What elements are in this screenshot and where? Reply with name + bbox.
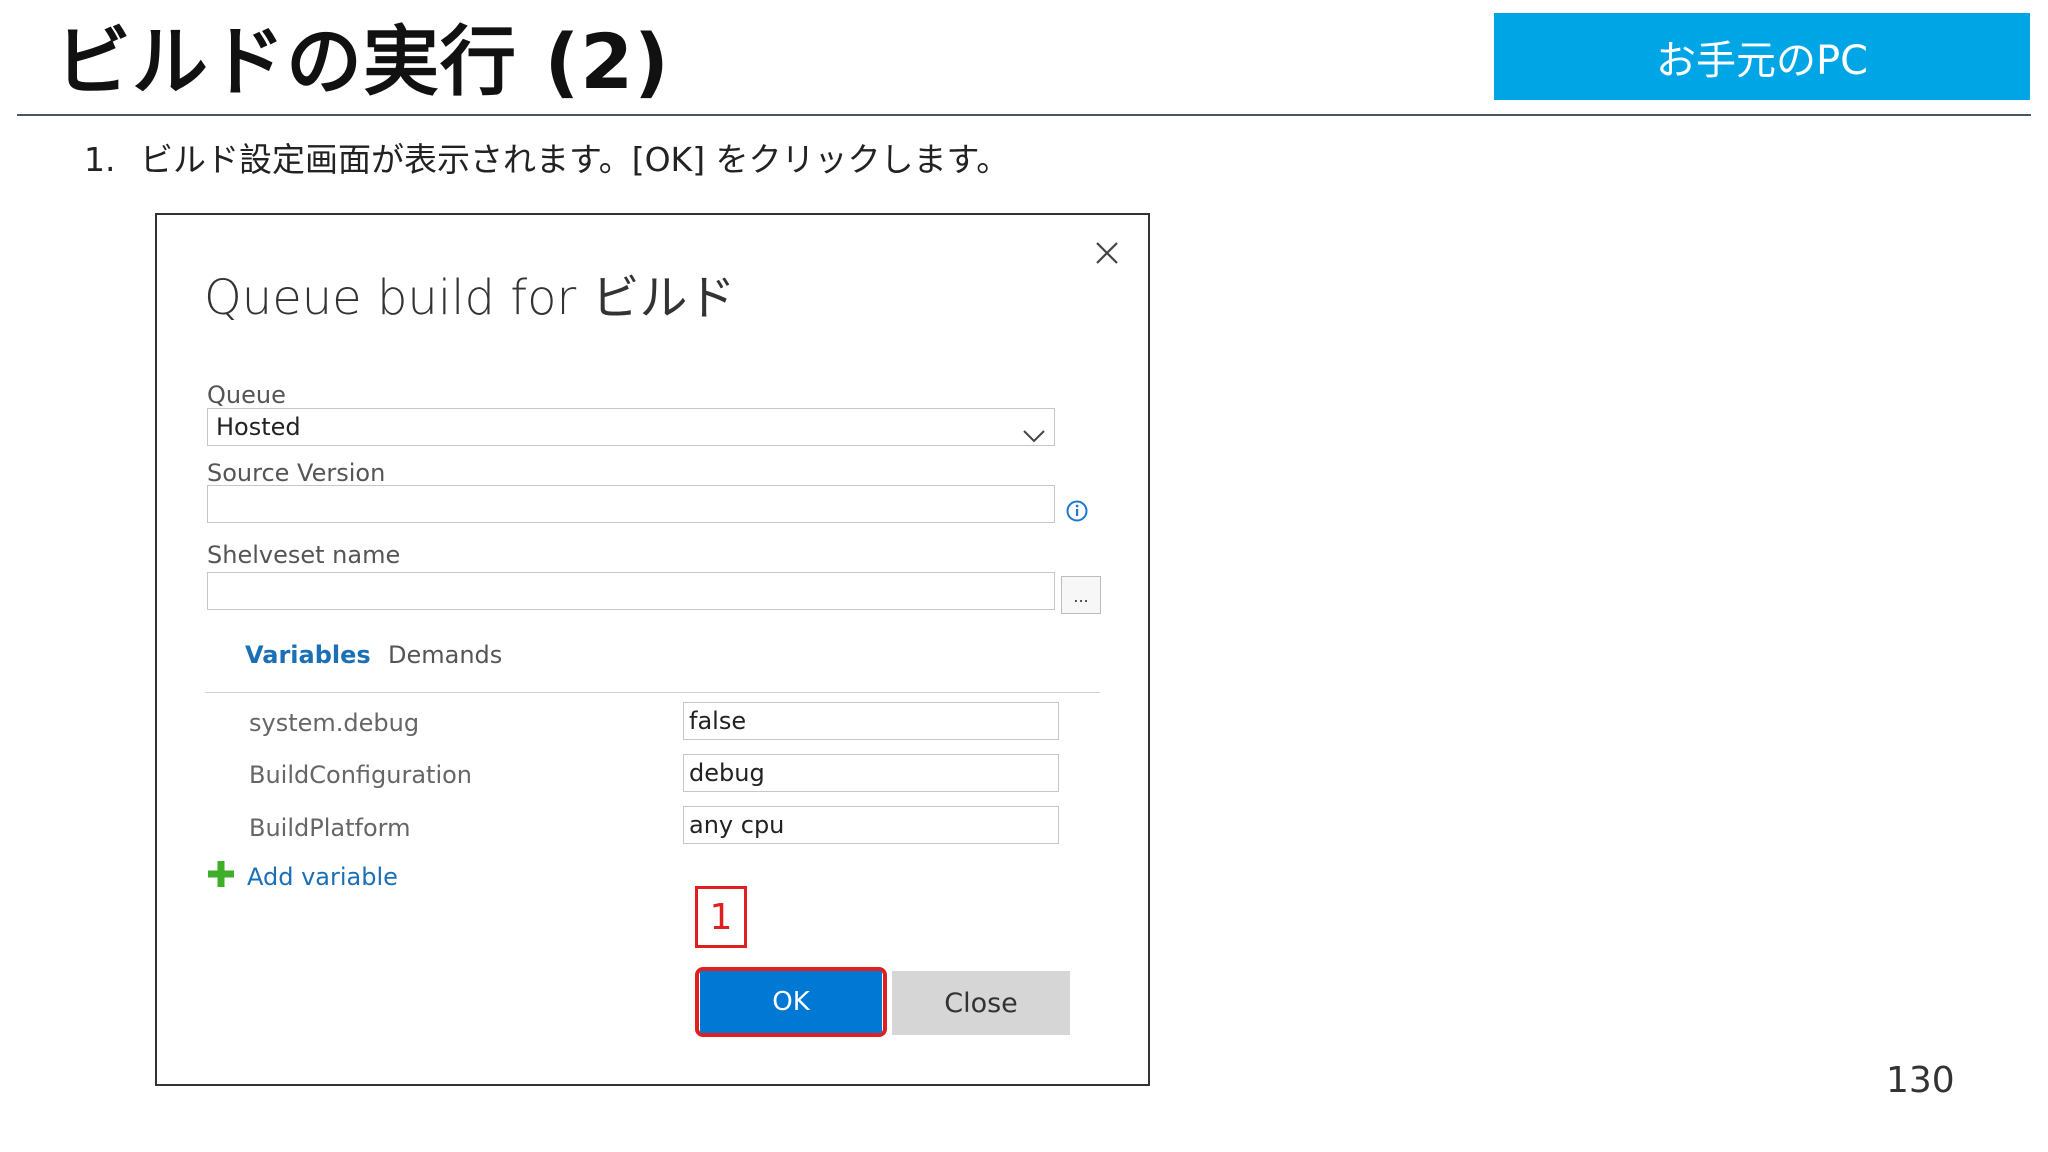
close-icon[interactable] — [1089, 235, 1125, 271]
variable-value-input[interactable] — [683, 702, 1059, 740]
variable-value-input[interactable] — [683, 754, 1059, 792]
source-version-input[interactable] — [207, 485, 1055, 523]
page-number: 130 — [1886, 1060, 1955, 1101]
queue-label: Queue — [207, 381, 286, 409]
variable-name: system.debug — [249, 709, 420, 737]
tab-demands[interactable]: Demands — [388, 639, 502, 671]
instruction-label: ビルド設定画面が表示されます。[OK] をクリックします。 — [140, 140, 1010, 179]
shelveset-label: Shelveset name — [207, 541, 401, 569]
tab-variables[interactable]: Variables — [245, 639, 371, 671]
queue-build-dialog: Queue build for ビルド Queue Hosted Source … — [155, 213, 1150, 1086]
variable-value-input[interactable] — [683, 806, 1059, 844]
chevron-down-icon — [1022, 418, 1046, 454]
step-callout: 1 — [695, 886, 747, 948]
tab-divider — [205, 692, 1100, 693]
plus-icon — [207, 860, 235, 894]
title-divider — [17, 114, 2031, 116]
queue-select[interactable]: Hosted — [207, 408, 1055, 446]
ok-button[interactable]: OK — [700, 971, 882, 1033]
add-variable-link[interactable]: Add variable — [207, 860, 398, 894]
variable-name: BuildConfiguration — [249, 761, 473, 789]
variable-name: BuildPlatform — [249, 814, 411, 842]
browse-shelveset-button[interactable]: ... — [1061, 576, 1101, 614]
dialog-title: Queue build for ビルド — [204, 270, 736, 326]
queue-select-value: Hosted — [216, 413, 301, 441]
source-version-label: Source Version — [207, 459, 386, 487]
slide-title: ビルドの実行 (2) — [55, 17, 670, 106]
close-button[interactable]: Close — [892, 971, 1070, 1035]
environment-badge: お手元のPC — [1494, 13, 2030, 100]
environment-badge-label: お手元のPC — [1655, 37, 1869, 84]
add-variable-label: Add variable — [247, 863, 398, 891]
step-number: 1. — [84, 140, 116, 179]
info-icon[interactable] — [1065, 499, 1089, 527]
shelveset-input[interactable] — [207, 572, 1055, 610]
instruction-text: 1. ビルド設定画面が表示されます。[OK] をクリックします。 — [84, 135, 1009, 185]
